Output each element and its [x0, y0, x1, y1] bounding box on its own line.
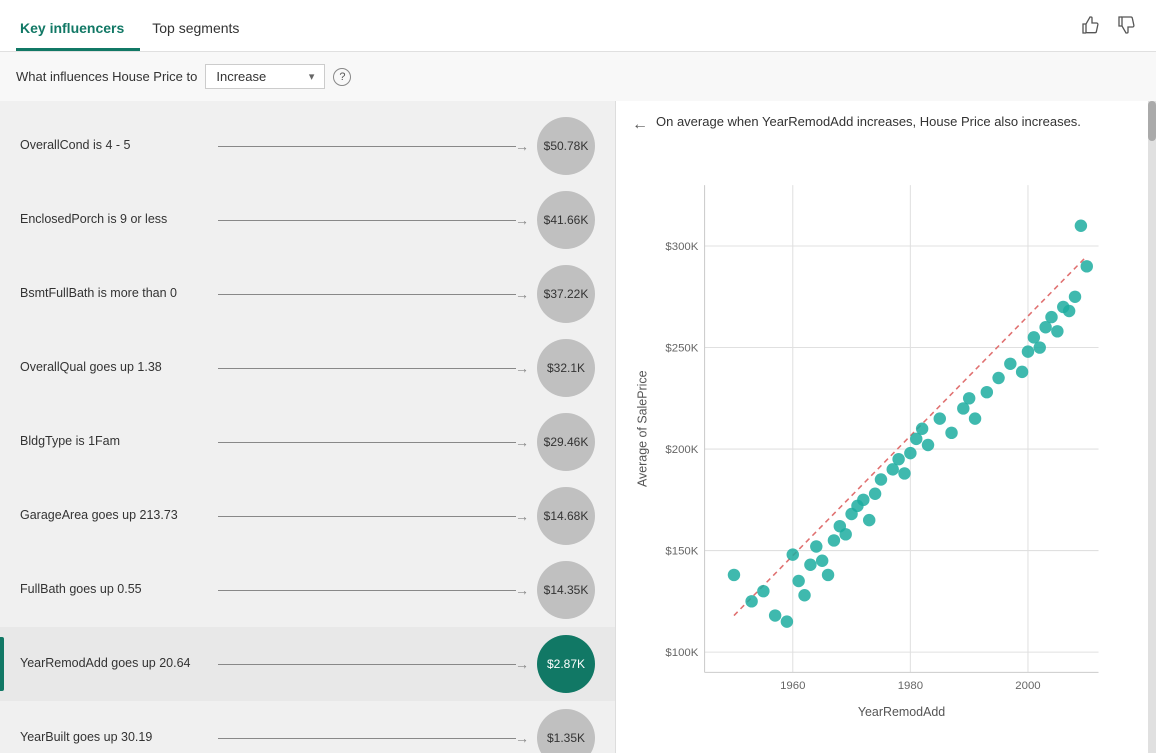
scatter-plot-svg: $300K $250K $200K $150K $100K 1960 1980 2000 Yea…: [632, 148, 1140, 741]
chart-header: ← On average when YearRemodAdd increases…: [632, 113, 1140, 136]
svg-text:$250K: $250K: [665, 343, 698, 355]
arrow-icon: →: [515, 730, 529, 746]
svg-text:1960: 1960: [780, 680, 805, 692]
line-connector: →: [218, 360, 529, 376]
influencer-item-1[interactable]: OverallCond is 4 - 5 → $50.78K: [0, 109, 615, 183]
thumbs-down-icon[interactable]: [1112, 13, 1140, 42]
value-bubble: $14.35K: [537, 561, 595, 619]
svg-text:$100K: $100K: [665, 648, 698, 660]
value-bubble: $41.66K: [537, 191, 595, 249]
scrollbar-thumb[interactable]: [1148, 101, 1156, 141]
dropdown-increase[interactable]: Increase ▾: [205, 64, 325, 89]
tabs: Key influencers Top segments: [16, 12, 263, 51]
header: Key influencers Top segments: [0, 0, 1156, 52]
line-connector: →: [218, 508, 529, 524]
dropdown-value: Increase: [216, 69, 266, 84]
influencer-label: OverallCond is 4 - 5: [20, 137, 210, 155]
influencer-item-4[interactable]: OverallQual goes up 1.38 → $32.1K: [0, 331, 615, 405]
influencer-item-3[interactable]: BsmtFullBath is more than 0 → $37.22K: [0, 257, 615, 331]
help-icon[interactable]: ?: [333, 68, 351, 86]
line-connector: →: [218, 730, 529, 746]
influencer-label: YearRemodAdd goes up 20.64: [20, 655, 210, 673]
arrow-icon: →: [515, 212, 529, 228]
arrow-icon: →: [515, 286, 529, 302]
influencer-item-8[interactable]: YearRemodAdd goes up 20.64 → $2.87K: [0, 627, 615, 701]
scatter-chart: $300K $250K $200K $150K $100K 1960 1980 2000 Yea…: [632, 148, 1140, 741]
connector-line: [218, 442, 516, 443]
value-bubble: $50.78K: [537, 117, 595, 175]
connector-line: [218, 368, 516, 369]
svg-text:$150K: $150K: [665, 546, 698, 558]
arrow-icon: →: [515, 508, 529, 524]
arrow-icon: →: [515, 434, 529, 450]
tab-key-influencers[interactable]: Key influencers: [16, 12, 140, 51]
value-bubble: $29.46K: [537, 413, 595, 471]
influencer-label: FullBath goes up 0.55: [20, 581, 210, 599]
influencer-label: YearBuilt goes up 30.19: [20, 729, 210, 747]
line-connector: →: [218, 582, 529, 598]
value-bubble: $32.1K: [537, 339, 595, 397]
connector-line: [218, 738, 516, 739]
connector-line: [218, 590, 516, 591]
svg-text:1980: 1980: [898, 680, 923, 692]
influencer-item-5[interactable]: BldgType is 1Fam → $29.46K: [0, 405, 615, 479]
influencer-item-6[interactable]: GarageArea goes up 213.73 → $14.68K: [0, 479, 615, 553]
header-icons: [1076, 13, 1140, 42]
influencer-label: OverallQual goes up 1.38: [20, 359, 210, 377]
arrow-icon: →: [515, 656, 529, 672]
connector-line: [218, 294, 516, 295]
influencers-list: OverallCond is 4 - 5 → $50.78K EnclosedPorc…: [0, 101, 615, 753]
influencer-label: BsmtFullBath is more than 0: [20, 285, 210, 303]
thumbs-up-icon[interactable]: [1076, 13, 1104, 42]
main-content: OverallCond is 4 - 5 → $50.78K EnclosedPorc…: [0, 101, 1156, 753]
selected-indicator: [0, 637, 4, 691]
connector-line: [218, 220, 516, 221]
arrow-icon: →: [515, 582, 529, 598]
svg-text:$300K: $300K: [665, 242, 698, 254]
chart-panel: ← On average when YearRemodAdd increases…: [615, 101, 1156, 753]
svg-text:YearRemodAdd: YearRemodAdd: [858, 705, 945, 719]
scrollbar[interactable]: [1148, 101, 1156, 753]
line-connector: →: [218, 656, 529, 672]
filter-bar: What influences House Price to Increase …: [0, 52, 1156, 101]
line-connector: →: [218, 286, 529, 302]
line-connector: →: [218, 138, 529, 154]
svg-text:2000: 2000: [1015, 680, 1040, 692]
arrow-icon: →: [515, 138, 529, 154]
chevron-down-icon: ▾: [309, 70, 315, 83]
influencer-item-9[interactable]: YearBuilt goes up 30.19 → $1.35K: [0, 701, 615, 753]
value-bubble: $2.87K: [537, 635, 595, 693]
chart-description: On average when YearRemodAdd increases, …: [656, 113, 1081, 131]
connector-line: [218, 516, 516, 517]
influencer-item-2[interactable]: EnclosedPorch is 9 or less → $41.66K: [0, 183, 615, 257]
filter-label: What influences House Price to: [16, 69, 197, 84]
back-arrow-icon[interactable]: ←: [632, 114, 648, 136]
connector-line: [218, 664, 516, 665]
connector-line: [218, 146, 516, 147]
svg-text:$200K: $200K: [665, 445, 698, 457]
influencer-label: BldgType is 1Fam: [20, 433, 210, 451]
app-container: Key influencers Top segments What influe…: [0, 0, 1156, 753]
value-bubble: $37.22K: [537, 265, 595, 323]
value-bubble: $14.68K: [537, 487, 595, 545]
svg-text:Average of SalePrice: Average of SalePrice: [636, 371, 650, 488]
value-bubble: $1.35K: [537, 709, 595, 753]
influencer-label: GarageArea goes up 213.73: [20, 507, 210, 525]
arrow-icon: →: [515, 360, 529, 376]
tab-top-segments[interactable]: Top segments: [148, 12, 255, 51]
line-connector: →: [218, 434, 529, 450]
line-connector: →: [218, 212, 529, 228]
influencer-label: EnclosedPorch is 9 or less: [20, 211, 210, 229]
influencer-item-7[interactable]: FullBath goes up 0.55 → $14.35K: [0, 553, 615, 627]
